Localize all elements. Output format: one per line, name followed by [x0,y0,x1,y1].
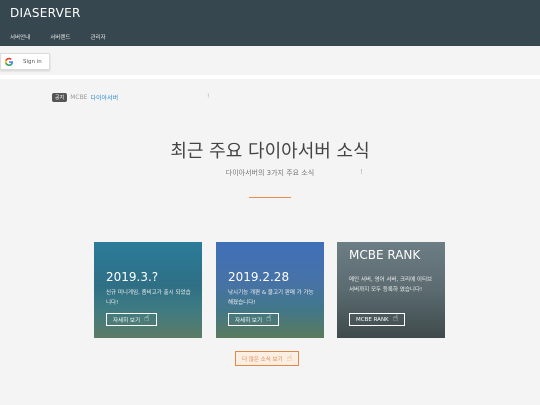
card-title: MCBE RANK [349,248,421,262]
nav-item-server-land[interactable]: 서버랜드 [50,33,70,41]
card-description: 메인 서버, 영어 서버, 크리에 이티브 서버까지 모두 등록하 였습니다! [349,277,433,293]
top-navbar: DIASERVER 서버안내 서버랜드 관리자 [0,0,540,46]
subtitle-mark: ! [360,168,363,176]
hand-pointer-icon: ☝ [144,314,150,324]
main-nav: 서버안내 서버랜드 관리자 [10,33,106,41]
google-icon [4,57,13,66]
brand-logo[interactable]: DIASERVER [10,6,81,20]
section-subtitle: 다이아서버의 3가지 주요 소식 [225,169,315,177]
more-news-button[interactable]: 더 많은 소식 보기 ☝ [235,351,300,366]
signin-label: Sign in [23,58,42,65]
card-button-label: 자세히 보기 [113,317,141,324]
notice-bar: 공지 MCBE 다이아서버 [52,93,118,102]
news-card-fishing: 2019.2.28 낚시기능 개편 & 물고기 판매 가 가능해졌습니다! 자세… [216,242,324,338]
news-card-zombie: 2019.3.? 신규 미니게임, 좀비고가 출시 되었습니다! 자세히 보기 … [94,242,202,338]
notice-prefix: MCBE [70,94,88,101]
hand-pointer-icon: ☝ [286,353,293,364]
divider-band [0,75,540,79]
notice-mark: ! [207,93,210,100]
more-news-label: 더 많은 소식 보기 [242,356,283,363]
card-title: 2019.2.28 [228,270,290,284]
card-button-label: 자세히 보기 [235,317,263,324]
nav-item-server-info[interactable]: 서버안내 [10,33,30,41]
card-description: 신규 미니게임, 좀비고가 출시 되었습니다! [106,290,191,306]
card-button-label: MCBE RANK [356,316,389,323]
notice-link[interactable]: 다이아서버 [90,93,118,102]
news-card-mcbe-rank: MCBE RANK 메인 서버, 영어 서버, 크리에 이티브 서버까지 모두 … [337,242,445,338]
card-description: 낚시기능 개편 & 물고기 판매 가 가능해졌습니다! [228,290,314,306]
card-detail-button[interactable]: 자세히 보기 ☝ [106,313,157,326]
accent-divider [249,197,291,198]
hand-pointer-icon: ☝ [266,314,272,324]
card-title: 2019.3.? [106,270,159,284]
hand-pointer-icon: ☝ [392,314,399,324]
mcbe-rank-button[interactable]: MCBE RANK ☝ [349,313,406,326]
notice-badge: 공지 [52,93,68,102]
card-detail-button[interactable]: 자세히 보기 ☝ [228,313,279,326]
section-title: 최근 주요 다이아서버 소식 [170,141,370,162]
nav-item-admin[interactable]: 관리자 [91,33,106,41]
google-signin-button[interactable]: Sign in [0,53,50,70]
